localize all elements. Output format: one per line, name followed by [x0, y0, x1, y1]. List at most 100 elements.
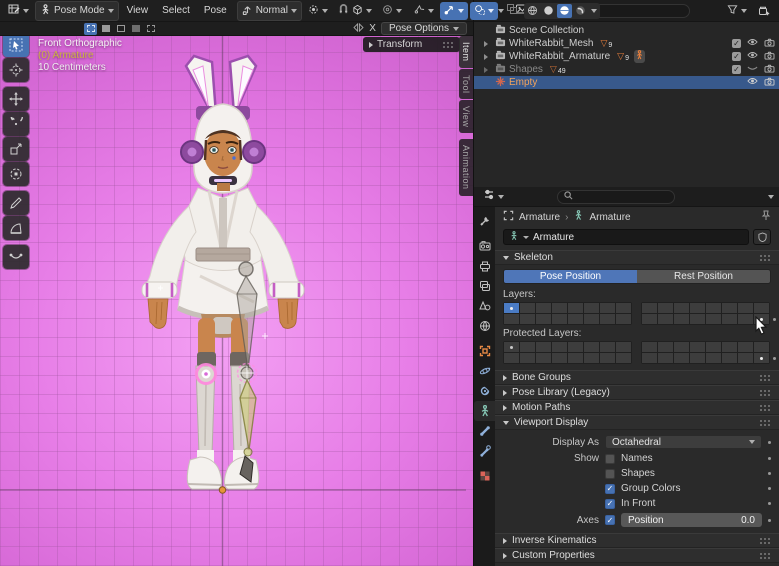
- decorator-dot[interactable]: [768, 519, 771, 522]
- scale-tool[interactable]: [3, 137, 29, 161]
- pin-icon[interactable]: [761, 210, 771, 224]
- layers-grid-right[interactable]: [641, 302, 770, 325]
- shading-rendered-button[interactable]: [573, 4, 588, 18]
- decorator-dot[interactable]: [768, 457, 771, 460]
- exclude-checkbox[interactable]: ✓: [732, 52, 741, 61]
- tab-tool[interactable]: Tool: [459, 69, 473, 100]
- rest-position-button[interactable]: Rest Position: [637, 270, 770, 283]
- in-front-checkbox[interactable]: ✓: [605, 499, 615, 509]
- transform-orientation-dropdown[interactable]: Normal: [237, 1, 302, 21]
- select-box-tool[interactable]: [3, 36, 29, 57]
- protected-layers-decorator-dot[interactable]: [773, 357, 776, 360]
- viewport-display-panel-header[interactable]: Viewport Display: [495, 415, 779, 430]
- row-empty[interactable]: Empty: [474, 76, 779, 89]
- row-shapes[interactable]: Shapes ▽49 ✓: [474, 63, 779, 76]
- decorator-dot[interactable]: [768, 472, 771, 475]
- layers-grid-left[interactable]: [503, 302, 632, 325]
- camera-disable-icon[interactable]: [764, 64, 775, 76]
- mode-dropdown[interactable]: Pose Mode: [35, 1, 119, 21]
- tab-animation[interactable]: Animation: [459, 139, 473, 196]
- show-overlays-toggle[interactable]: [470, 2, 498, 20]
- exclude-checkbox[interactable]: ✓: [732, 65, 741, 74]
- eye-icon[interactable]: [747, 38, 758, 49]
- menu-view[interactable]: View: [121, 3, 155, 18]
- measure-tool[interactable]: [3, 216, 29, 240]
- transform-tool[interactable]: [3, 162, 29, 186]
- armature-name-field[interactable]: Armature: [503, 229, 749, 245]
- menu-select[interactable]: Select: [156, 3, 196, 18]
- properties-search-input[interactable]: [557, 190, 675, 204]
- camera-disable-icon[interactable]: [764, 38, 775, 50]
- breadcrumb-object[interactable]: Armature: [519, 212, 560, 223]
- select-mode-extend-button[interactable]: [99, 23, 112, 35]
- proportional-editing-dropdown[interactable]: [378, 2, 406, 20]
- decorator-dot[interactable]: [768, 502, 771, 505]
- eye-icon[interactable]: [747, 77, 758, 88]
- expand-arrow-icon[interactable]: [484, 41, 488, 47]
- shading-solid-button[interactable]: [541, 4, 556, 18]
- select-mode-subtract-button[interactable]: [114, 23, 127, 35]
- row-scene-collection[interactable]: Scene Collection: [474, 24, 779, 37]
- layers-decorator-dot[interactable]: [773, 318, 776, 321]
- shading-material-preview-button[interactable]: [557, 4, 572, 18]
- properties-editor-type-button[interactable]: [479, 187, 508, 206]
- protected-grid-left[interactable]: [503, 341, 632, 364]
- decorator-dot[interactable]: [768, 487, 771, 490]
- viewport-canvas[interactable]: Front Orthographic (0) Armature 10 Centi…: [0, 36, 473, 566]
- pose-library-panel-header[interactable]: Pose Library (Legacy): [495, 385, 779, 400]
- tab-view[interactable]: View: [459, 100, 473, 133]
- camera-disable-icon[interactable]: [764, 51, 775, 63]
- annotate-tool[interactable]: [3, 191, 29, 215]
- camera-disable-icon[interactable]: [764, 77, 775, 89]
- transform-panel-header[interactable]: Transform: [363, 37, 460, 52]
- mirror-axis-label[interactable]: X: [369, 23, 376, 34]
- armature-bones[interactable]: [158, 262, 268, 482]
- pose-breakdowner-tool[interactable]: [3, 245, 29, 269]
- select-mode-intersect-button[interactable]: [144, 23, 157, 35]
- axes-position-slider[interactable]: Position 0.0: [621, 513, 762, 527]
- row-whiterabbit-mesh[interactable]: WhiteRabbit_Mesh ▽9 ✓: [474, 37, 779, 50]
- pose-position-button[interactable]: Pose Position: [504, 270, 637, 283]
- tab-bone[interactable]: [474, 421, 495, 441]
- xray-toggle[interactable]: [502, 1, 522, 20]
- tab-world[interactable]: [474, 316, 495, 336]
- motion-paths-panel-header[interactable]: Motion Paths: [495, 400, 779, 415]
- tab-physics[interactable]: [474, 361, 495, 381]
- tab-tool[interactable]: [474, 211, 495, 231]
- show-gizmos-toggle[interactable]: [440, 2, 468, 20]
- tab-object-data-armature[interactable]: [474, 401, 495, 421]
- pivot-point-dropdown[interactable]: [304, 2, 332, 20]
- axes-checkbox[interactable]: ✓: [605, 515, 615, 525]
- rotate-tool[interactable]: [3, 112, 29, 136]
- expand-arrow-icon[interactable]: [484, 54, 488, 60]
- breadcrumb-data[interactable]: Armature: [589, 212, 630, 223]
- names-checkbox[interactable]: [605, 454, 615, 464]
- shading-wireframe-button[interactable]: [525, 4, 540, 18]
- menu-pose[interactable]: Pose: [198, 3, 233, 18]
- tab-object-constraints[interactable]: [474, 381, 495, 401]
- display-as-dropdown[interactable]: Octahedral: [605, 435, 762, 449]
- pose-mirror-icon[interactable]: [353, 23, 364, 35]
- bone-groups-panel-header[interactable]: Bone Groups: [495, 370, 779, 385]
- tab-bone-constraints[interactable]: [474, 441, 495, 461]
- exclude-checkbox[interactable]: ✓: [732, 39, 741, 48]
- tab-view-layer[interactable]: [474, 276, 495, 296]
- eye-closed-icon[interactable]: [747, 64, 758, 75]
- tab-output[interactable]: [474, 256, 495, 276]
- tab-object[interactable]: [474, 341, 495, 361]
- tab-texture[interactable]: [474, 466, 495, 486]
- fake-user-shield-button[interactable]: [753, 229, 771, 245]
- row-whiterabbit-armature[interactable]: WhiteRabbit_Armature ▽9 ✓: [474, 50, 779, 63]
- select-mode-invert-button[interactable]: [129, 23, 142, 35]
- decorator-dot[interactable]: [768, 441, 771, 444]
- tab-render[interactable]: [474, 236, 495, 256]
- header-options-chevron[interactable]: [768, 195, 774, 199]
- shapes-checkbox[interactable]: [605, 469, 615, 479]
- new-collection-button[interactable]: [754, 3, 774, 19]
- inverse-kinematics-panel-header[interactable]: Inverse Kinematics: [495, 533, 779, 548]
- move-tool[interactable]: [3, 87, 29, 111]
- protected-grid-right[interactable]: [641, 341, 770, 364]
- expand-arrow-icon[interactable]: [484, 67, 488, 73]
- tab-scene[interactable]: [474, 296, 495, 316]
- editor-type-button[interactable]: [4, 1, 33, 20]
